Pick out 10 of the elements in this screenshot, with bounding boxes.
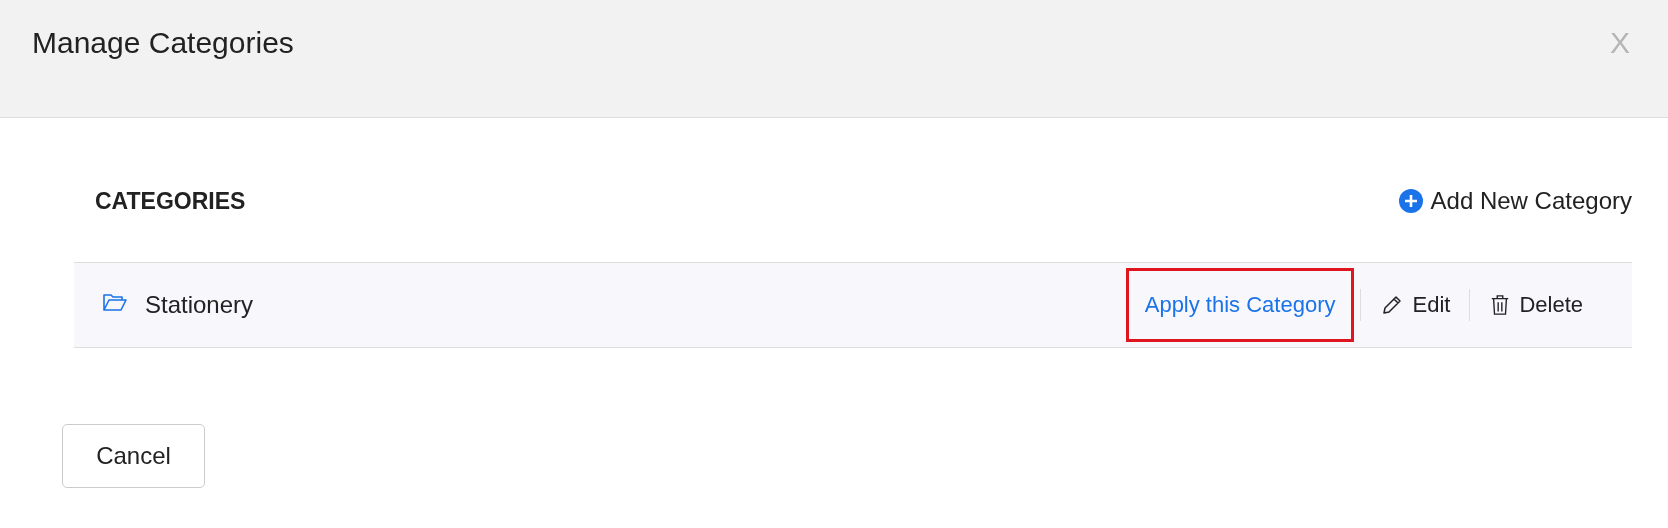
edit-button[interactable]: Edit <box>1367 283 1464 327</box>
delete-button[interactable]: Delete <box>1476 283 1596 327</box>
plus-circle-icon <box>1398 189 1423 213</box>
add-category-button[interactable]: Add New Category <box>1398 187 1632 215</box>
apply-category-link[interactable]: Apply this Category <box>1125 268 1355 342</box>
section-heading: CATEGORIES <box>95 187 246 215</box>
dialog-title: Manage Categories <box>32 26 294 60</box>
folder-icon <box>103 292 127 312</box>
category-name: Stationery <box>145 291 254 319</box>
cancel-button[interactable]: Cancel <box>62 424 205 488</box>
